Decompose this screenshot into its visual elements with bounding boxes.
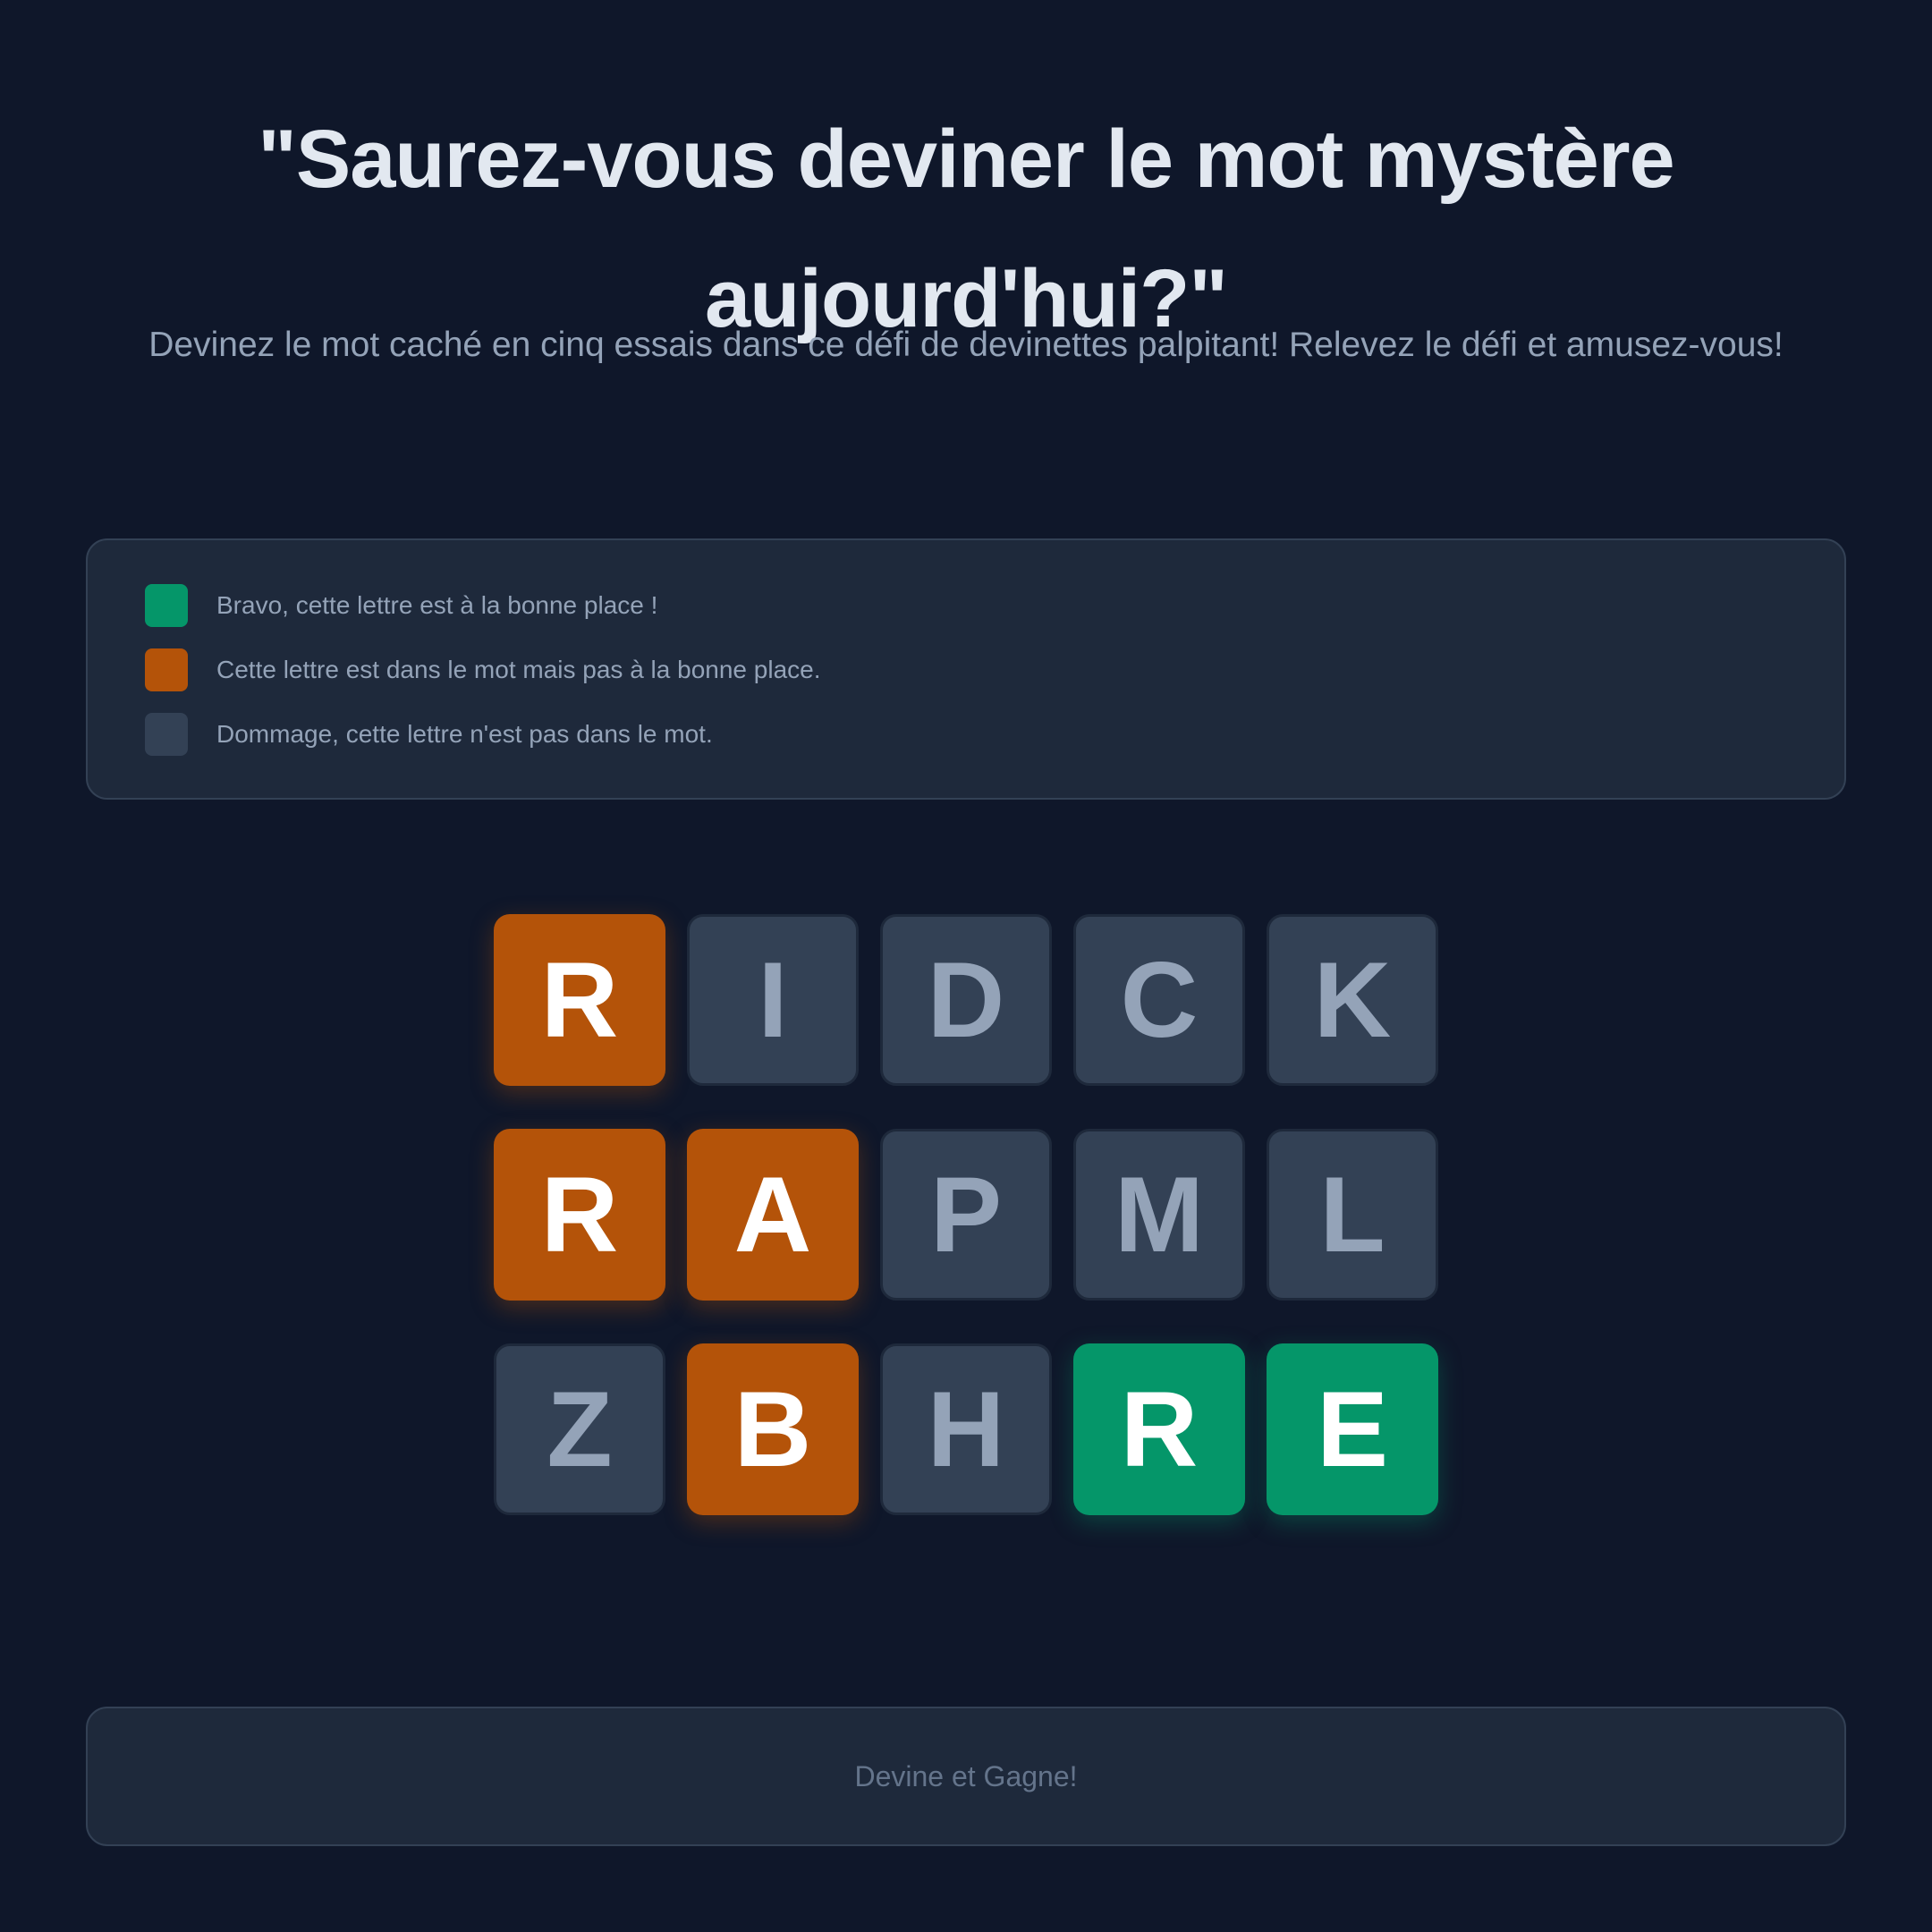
letter-tile: C	[1073, 914, 1245, 1086]
letter-tile: I	[687, 914, 859, 1086]
letter-tile: A	[687, 1129, 859, 1301]
letter-tile: Z	[494, 1343, 665, 1515]
legend-swatch-absent	[145, 713, 188, 756]
guess-button[interactable]: Devine et Gagne!	[86, 1707, 1846, 1846]
letter-tile: L	[1267, 1129, 1438, 1301]
letter-tile: R	[1073, 1343, 1245, 1515]
legend-swatch-correct	[145, 584, 188, 627]
legend-item-correct: Bravo, cette lettre est à la bonne place…	[145, 584, 657, 627]
legend-panel: Bravo, cette lettre est à la bonne place…	[86, 538, 1846, 800]
legend-label-present: Cette lettre est dans le mot mais pas à …	[216, 656, 821, 683]
game-page: "Saurez-vous deviner le mot mystère aujo…	[0, 0, 1932, 1932]
guess-row: R A P M L	[494, 1129, 1438, 1301]
letter-tile: R	[494, 1129, 665, 1301]
letter-tile: K	[1267, 914, 1438, 1086]
legend-item-absent: Dommage, cette lettre n'est pas dans le …	[145, 713, 713, 756]
legend-swatch-present	[145, 648, 188, 691]
letter-tile: R	[494, 914, 665, 1086]
letter-tile: P	[880, 1129, 1052, 1301]
letter-tile: M	[1073, 1129, 1245, 1301]
legend-item-present: Cette lettre est dans le mot mais pas à …	[145, 648, 821, 691]
guess-row: Z B H R E	[494, 1343, 1438, 1515]
guess-row: R I D C K	[494, 914, 1438, 1086]
game-board: R I D C K R A P M L Z B H R E	[494, 914, 1438, 1558]
letter-tile: H	[880, 1343, 1052, 1515]
page-subtitle: Devinez le mot caché en cinq essais dans…	[148, 326, 1784, 364]
letter-tile: D	[880, 914, 1052, 1086]
letter-tile: B	[687, 1343, 859, 1515]
legend-label-correct: Bravo, cette lettre est à la bonne place…	[216, 591, 658, 619]
legend-label-absent: Dommage, cette lettre n'est pas dans le …	[216, 720, 713, 748]
letter-tile: E	[1267, 1343, 1438, 1515]
